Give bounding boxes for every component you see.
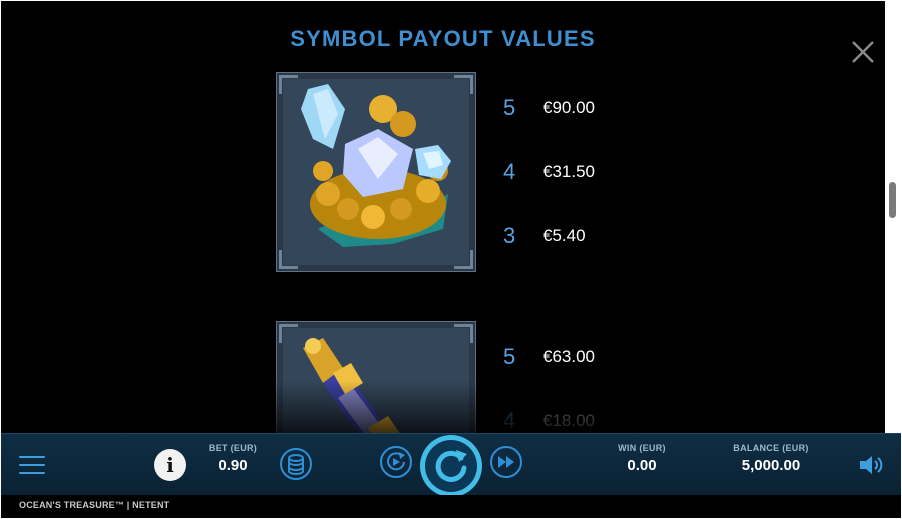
game-name: OCEAN'S TREASURE™ | NETENT [19,500,170,510]
golden-telescope-icon [303,338,400,433]
scrollbar[interactable] [885,1,901,433]
balance-value: 5,000.00 [741,457,801,474]
crystal-gold-treasure-icon [301,84,451,247]
payout-count: 4 [503,408,516,433]
payout-value: €90.00 [543,98,595,117]
footer: OCEAN'S TREASURE™ | NETENT [1,495,901,518]
payout-count: 5 [503,344,516,369]
scrollbar-thumb[interactable] [889,182,896,218]
bet-settings-button[interactable] [280,448,312,480]
card-corner [454,75,473,94]
card-corner [279,250,298,269]
payout-count: 3 [503,223,516,248]
card-corner [279,324,298,343]
card-corner [454,324,473,343]
symbol-card-crystal-gold [276,72,476,272]
menu-button[interactable] [19,456,45,476]
payout-count: 4 [503,159,516,184]
symbol-card-telescope [276,321,476,433]
paytable-panel: SYMBOL PAYOUT VALUES 5 €90.00 4 €31.50 3… [1,1,885,433]
game-control-bar: i BET (EUR) 0.90 WIN (EUR) 0.00 BALANCE … [1,433,901,497]
bet-label: BET (EUR) [208,443,258,453]
balance-label: BALANCE (EUR) [733,443,809,453]
turbo-button[interactable] [490,446,522,478]
autoplay-icon [387,452,405,471]
bet-value: 0.90 [218,457,248,474]
win-label: WIN (EUR) [618,443,666,453]
fast-forward-icon [498,456,514,468]
page-title: SYMBOL PAYOUT VALUES [290,26,596,51]
spin-button[interactable] [420,435,482,497]
payout-value: €63.00 [543,347,595,366]
close-icon [852,41,874,63]
payout-count: 5 [503,95,516,120]
coin-stack-icon [288,454,304,475]
card-corner [279,75,298,94]
card-corner [454,250,473,269]
speaker-icon [860,456,883,474]
payout-value: €18.00 [543,411,595,430]
spin-icon [435,450,467,482]
payout-value: €31.50 [543,162,595,181]
sound-button[interactable] [858,453,884,477]
payout-value: €5.40 [543,226,586,245]
win-value: 0.00 [627,457,657,474]
autoplay-button[interactable] [380,446,412,478]
hamburger-menu-icon [19,456,45,458]
info-button[interactable]: i [154,449,186,481]
close-button[interactable] [850,39,876,65]
